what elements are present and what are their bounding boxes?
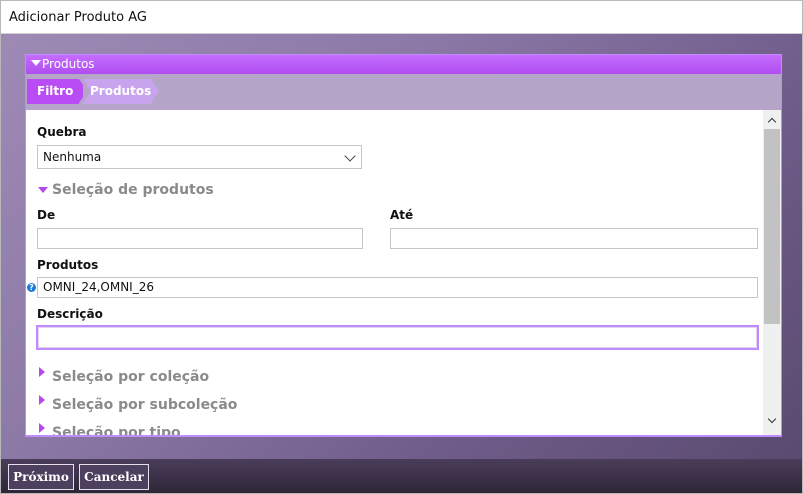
quebra-label: Quebra [37,125,87,139]
panel-header[interactable]: Produtos [26,55,781,74]
form-content: Quebra Nenhuma Seleção de produtos De At… [26,110,781,435]
window-title: Adicionar Produto AG [9,10,147,25]
descricao-input[interactable] [36,325,759,350]
produtos-input[interactable]: OMNI_24,OMNI_26 [37,277,758,298]
vertical-scrollbar[interactable] [763,110,781,435]
ate-label: Até [390,208,414,222]
section-selecao-colecao[interactable]: Seleção por coleção [52,369,209,385]
de-input[interactable] [37,228,363,249]
de-label: De [37,208,56,222]
dialog-window: Adicionar Produto AG Produtos Filtro Pro… [0,0,803,494]
title-bar: Adicionar Produto AG [1,1,802,34]
triangle-right-icon[interactable] [39,367,45,377]
triangle-down-icon [31,60,41,66]
breadcrumb: Filtro Produtos [26,74,781,110]
quebra-select[interactable]: Nenhuma [37,145,362,169]
breadcrumb-produtos[interactable]: Produtos [83,79,159,104]
triangle-down-icon[interactable] [38,187,48,193]
dialog-footer: Próximo Cancelar [1,459,802,493]
help-icon[interactable]: ? [27,283,36,292]
triangle-right-icon[interactable] [39,395,45,405]
next-button[interactable]: Próximo [8,464,74,490]
section-selecao-tipo[interactable]: Seleção por tipo [52,425,181,435]
chevron-down-icon [344,150,356,162]
section-selecao-subcolecao[interactable]: Seleção por subcoleção [52,397,237,413]
scrollbar-thumb[interactable] [764,129,780,324]
section-selecao-produtos[interactable]: Seleção de produtos [52,182,214,198]
scroll-down-icon[interactable] [767,414,777,424]
breadcrumb-filtro[interactable]: Filtro [27,79,87,104]
triangle-right-icon[interactable] [39,423,45,433]
descricao-label: Descrição [37,307,103,321]
cancel-button[interactable]: Cancelar [79,464,149,490]
produtos-label: Produtos [37,258,99,272]
ate-input[interactable] [390,228,758,249]
products-panel: Produtos Filtro Produtos Quebra Nenhuma … [25,54,782,437]
quebra-value: Nenhuma [43,150,102,164]
panel-header-label: Produtos [42,57,95,71]
scroll-up-icon[interactable] [767,117,777,127]
